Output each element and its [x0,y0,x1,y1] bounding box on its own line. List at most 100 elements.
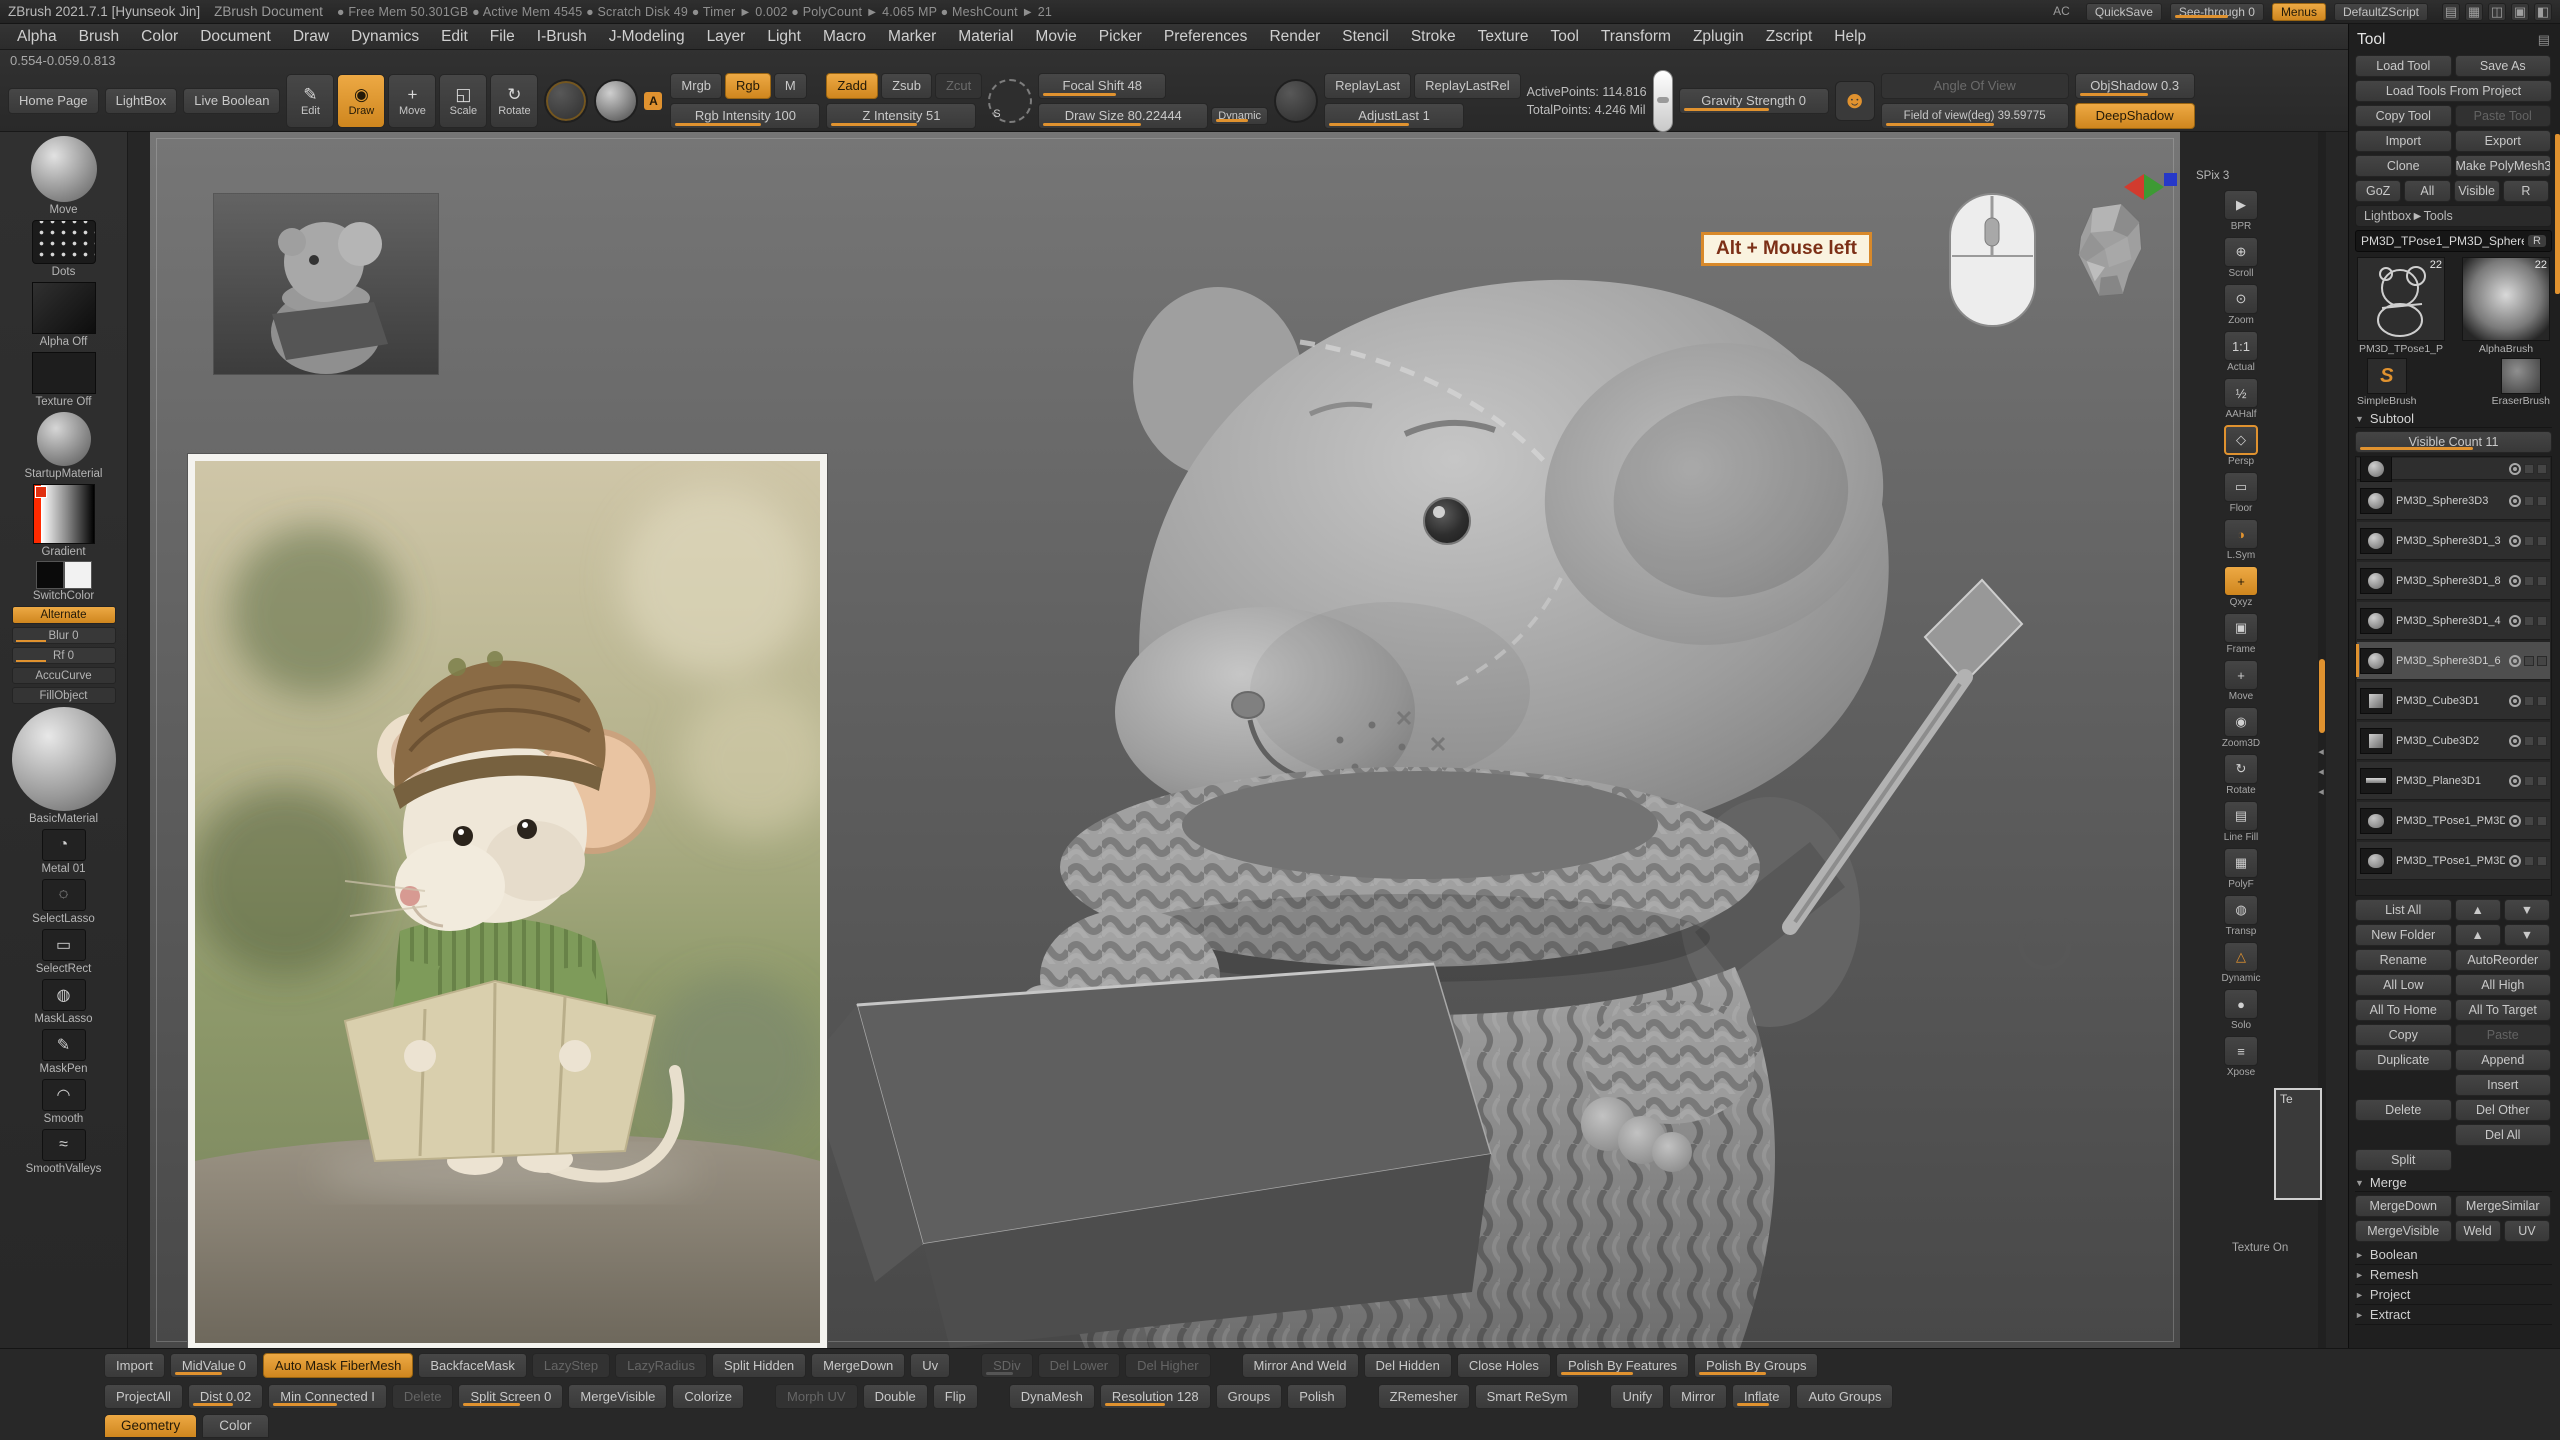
gravity-strength-slider[interactable]: Gravity Strength 0 [1679,88,1829,114]
shelf-icon-button[interactable]: ▤ Line Fill [2224,801,2258,843]
mode-button[interactable]: ◉ Draw [337,74,385,128]
active-tool-thumbnail[interactable]: 22 [2357,257,2445,341]
menu-item[interactable]: Brush [68,24,131,50]
shelf-icon-button[interactable]: ▶ BPR [2224,190,2258,232]
tool-button[interactable]: Lightbox►Tools [2355,205,2552,227]
z-intensity-slider[interactable]: Z Intensity 51 [826,103,976,129]
menu-item[interactable]: Material [947,24,1024,50]
subtool-mini-icon[interactable] [2537,736,2547,746]
menu-item[interactable]: Macro [812,24,877,50]
merge-button[interactable]: MergeDown [2355,1195,2452,1217]
menu-item[interactable]: Zplugin [1682,24,1755,50]
subtool-command-button[interactable]: Paste [2455,1024,2552,1046]
section-header[interactable]: Boolean [2355,1245,2552,1265]
shelf-icon-button[interactable]: ≡ Xpose [2224,1036,2258,1078]
visibility-eye-icon[interactable] [2509,463,2521,475]
shelf-icon-button[interactable]: ▦ PolyF [2224,848,2258,890]
mode-button[interactable]: ↻ Rotate [490,74,538,128]
titlebar-button[interactable]: QuickSave [2086,3,2162,21]
bottom-button[interactable]: MidValue 0 [170,1353,258,1378]
menu-item[interactable]: J-Modeling [598,24,696,50]
focal-shift-slider[interactable]: Focal Shift 48 [1038,73,1166,99]
bottom-button[interactable]: Polish By Features [1556,1353,1689,1378]
visibility-eye-icon[interactable] [2509,775,2521,787]
tool-restore-button[interactable]: R [2528,235,2546,247]
bottom-button[interactable]: Auto Groups [1796,1384,1893,1409]
menu-item[interactable]: Render [1258,24,1331,50]
panel-menu-icon[interactable]: ▤ [2538,32,2550,48]
divider-scroll-thumb[interactable] [2319,659,2325,733]
subtool-mini-icon[interactable] [2537,496,2547,506]
visibility-eye-icon[interactable] [2509,815,2521,827]
shelf-icon-button[interactable]: ½ AAHalf [2224,378,2258,420]
menu-item[interactable]: Zscript [1755,24,1824,50]
menu-item[interactable]: Preferences [1153,24,1259,50]
shelf-icon-button[interactable]: ◇ Persp [2224,425,2258,467]
tray-item[interactable]: SwitchColor [4,562,124,603]
subtool-mini-icon[interactable] [2537,464,2547,474]
subtool-mini-icon[interactable] [2537,656,2547,666]
bottom-button[interactable]: LazyStep [532,1353,610,1378]
bottom-button[interactable]: Delete [392,1384,454,1409]
replay-last-button[interactable]: ReplayLast [1324,73,1411,99]
visibility-eye-icon[interactable] [2509,855,2521,867]
subtool-row[interactable]: PM3D_Sphere3D1_6 [2357,642,2550,680]
active-tool-bar[interactable]: PM3D_TPose1_PM3D_Sphere R [2355,230,2552,252]
menu-item[interactable]: Draw [282,24,340,50]
subtool-mini-icon[interactable] [2537,616,2547,626]
tray-item[interactable]: ✎ MaskPen [4,1029,124,1076]
tray-item[interactable]: Alternate [4,606,124,624]
subtool-row[interactable]: PM3D_Sphere3D1_8 [2357,562,2550,600]
subtool-mini-icon[interactable] [2524,496,2534,506]
draw-size-slider[interactable]: Draw Size 80.22444 [1038,103,1208,129]
tray-item[interactable]: ◔ Metal 01 [4,829,124,876]
tool-button[interactable]: Save As [2455,55,2552,77]
window-control-icon[interactable]: ▣ [2511,3,2529,21]
menu-item[interactable]: Texture [1467,24,1540,50]
titlebar-button[interactable]: AC [2045,3,2078,21]
tool-button[interactable]: Import [2355,130,2452,152]
bottom-button[interactable]: Double [863,1384,928,1409]
titlebar-button[interactable]: DefaultZScript [2334,3,2428,21]
subtool-row[interactable]: PM3D_Cube3D1 [2357,682,2550,720]
tray-item[interactable]: BasicMaterial [4,707,124,826]
paint-mode-button[interactable]: M [774,73,807,99]
palette-tab[interactable]: Geometry [104,1414,197,1438]
bottom-button[interactable]: MergeDown [811,1353,905,1378]
menu-item[interactable]: Layer [696,24,757,50]
subtool-section-header[interactable]: Subtool [2355,410,2552,428]
bottom-button[interactable]: Flip [933,1384,978,1409]
subtool-mini-icon[interactable] [2537,816,2547,826]
bottom-button[interactable]: Groups [1216,1384,1283,1409]
tray-item[interactable]: ▭ SelectRect [4,929,124,976]
shelf-icon-button[interactable]: ⊕ Scroll [2224,237,2258,279]
bottom-button[interactable]: ZRemesher [1378,1384,1470,1409]
bottom-button[interactable]: SDiv [981,1353,1032,1378]
subtool-mini-icon[interactable] [2537,536,2547,546]
subtool-mini-icon[interactable] [2537,576,2547,586]
menu-item[interactable]: Tool [1539,24,1589,50]
subtool-mini-icon[interactable] [2524,576,2534,586]
section-header[interactable]: Project [2355,1285,2552,1305]
tray-item[interactable]: Texture Off [4,352,124,409]
stroke-curve-icon[interactable]: S [988,79,1032,123]
bottom-button[interactable]: ProjectAll [104,1384,183,1409]
bottom-button[interactable]: Unify [1610,1384,1664,1409]
bottom-button[interactable]: Mirror [1669,1384,1727,1409]
subtool-command-button[interactable]: Insert [2455,1074,2552,1096]
window-control-icon[interactable]: ▤ [2442,3,2460,21]
lightbox-button[interactable]: LightBox [105,88,178,114]
camera-face-icon[interactable]: ☻ [1835,81,1875,121]
subtool-command-button[interactable]: All High [2455,974,2552,996]
sculpt-mode-button[interactable]: Zsub [881,73,932,99]
visible-count-slider[interactable]: Visible Count 11 [2355,431,2552,453]
list-control-button[interactable]: ▲ [2455,924,2501,946]
bottom-button[interactable]: Del Lower [1038,1353,1121,1378]
shelf-icon-button[interactable]: ▭ Floor [2224,472,2258,514]
bottom-button[interactable]: Inflate [1732,1384,1791,1409]
menu-item[interactable]: Color [130,24,189,50]
current-material-icon[interactable] [594,79,638,123]
subtool-row[interactable]: PM3D_TPose1_PM3D_Sphere3 [2357,802,2550,840]
merge-button[interactable]: UV [2504,1220,2550,1242]
window-control-icon[interactable]: ◫ [2488,3,2506,21]
